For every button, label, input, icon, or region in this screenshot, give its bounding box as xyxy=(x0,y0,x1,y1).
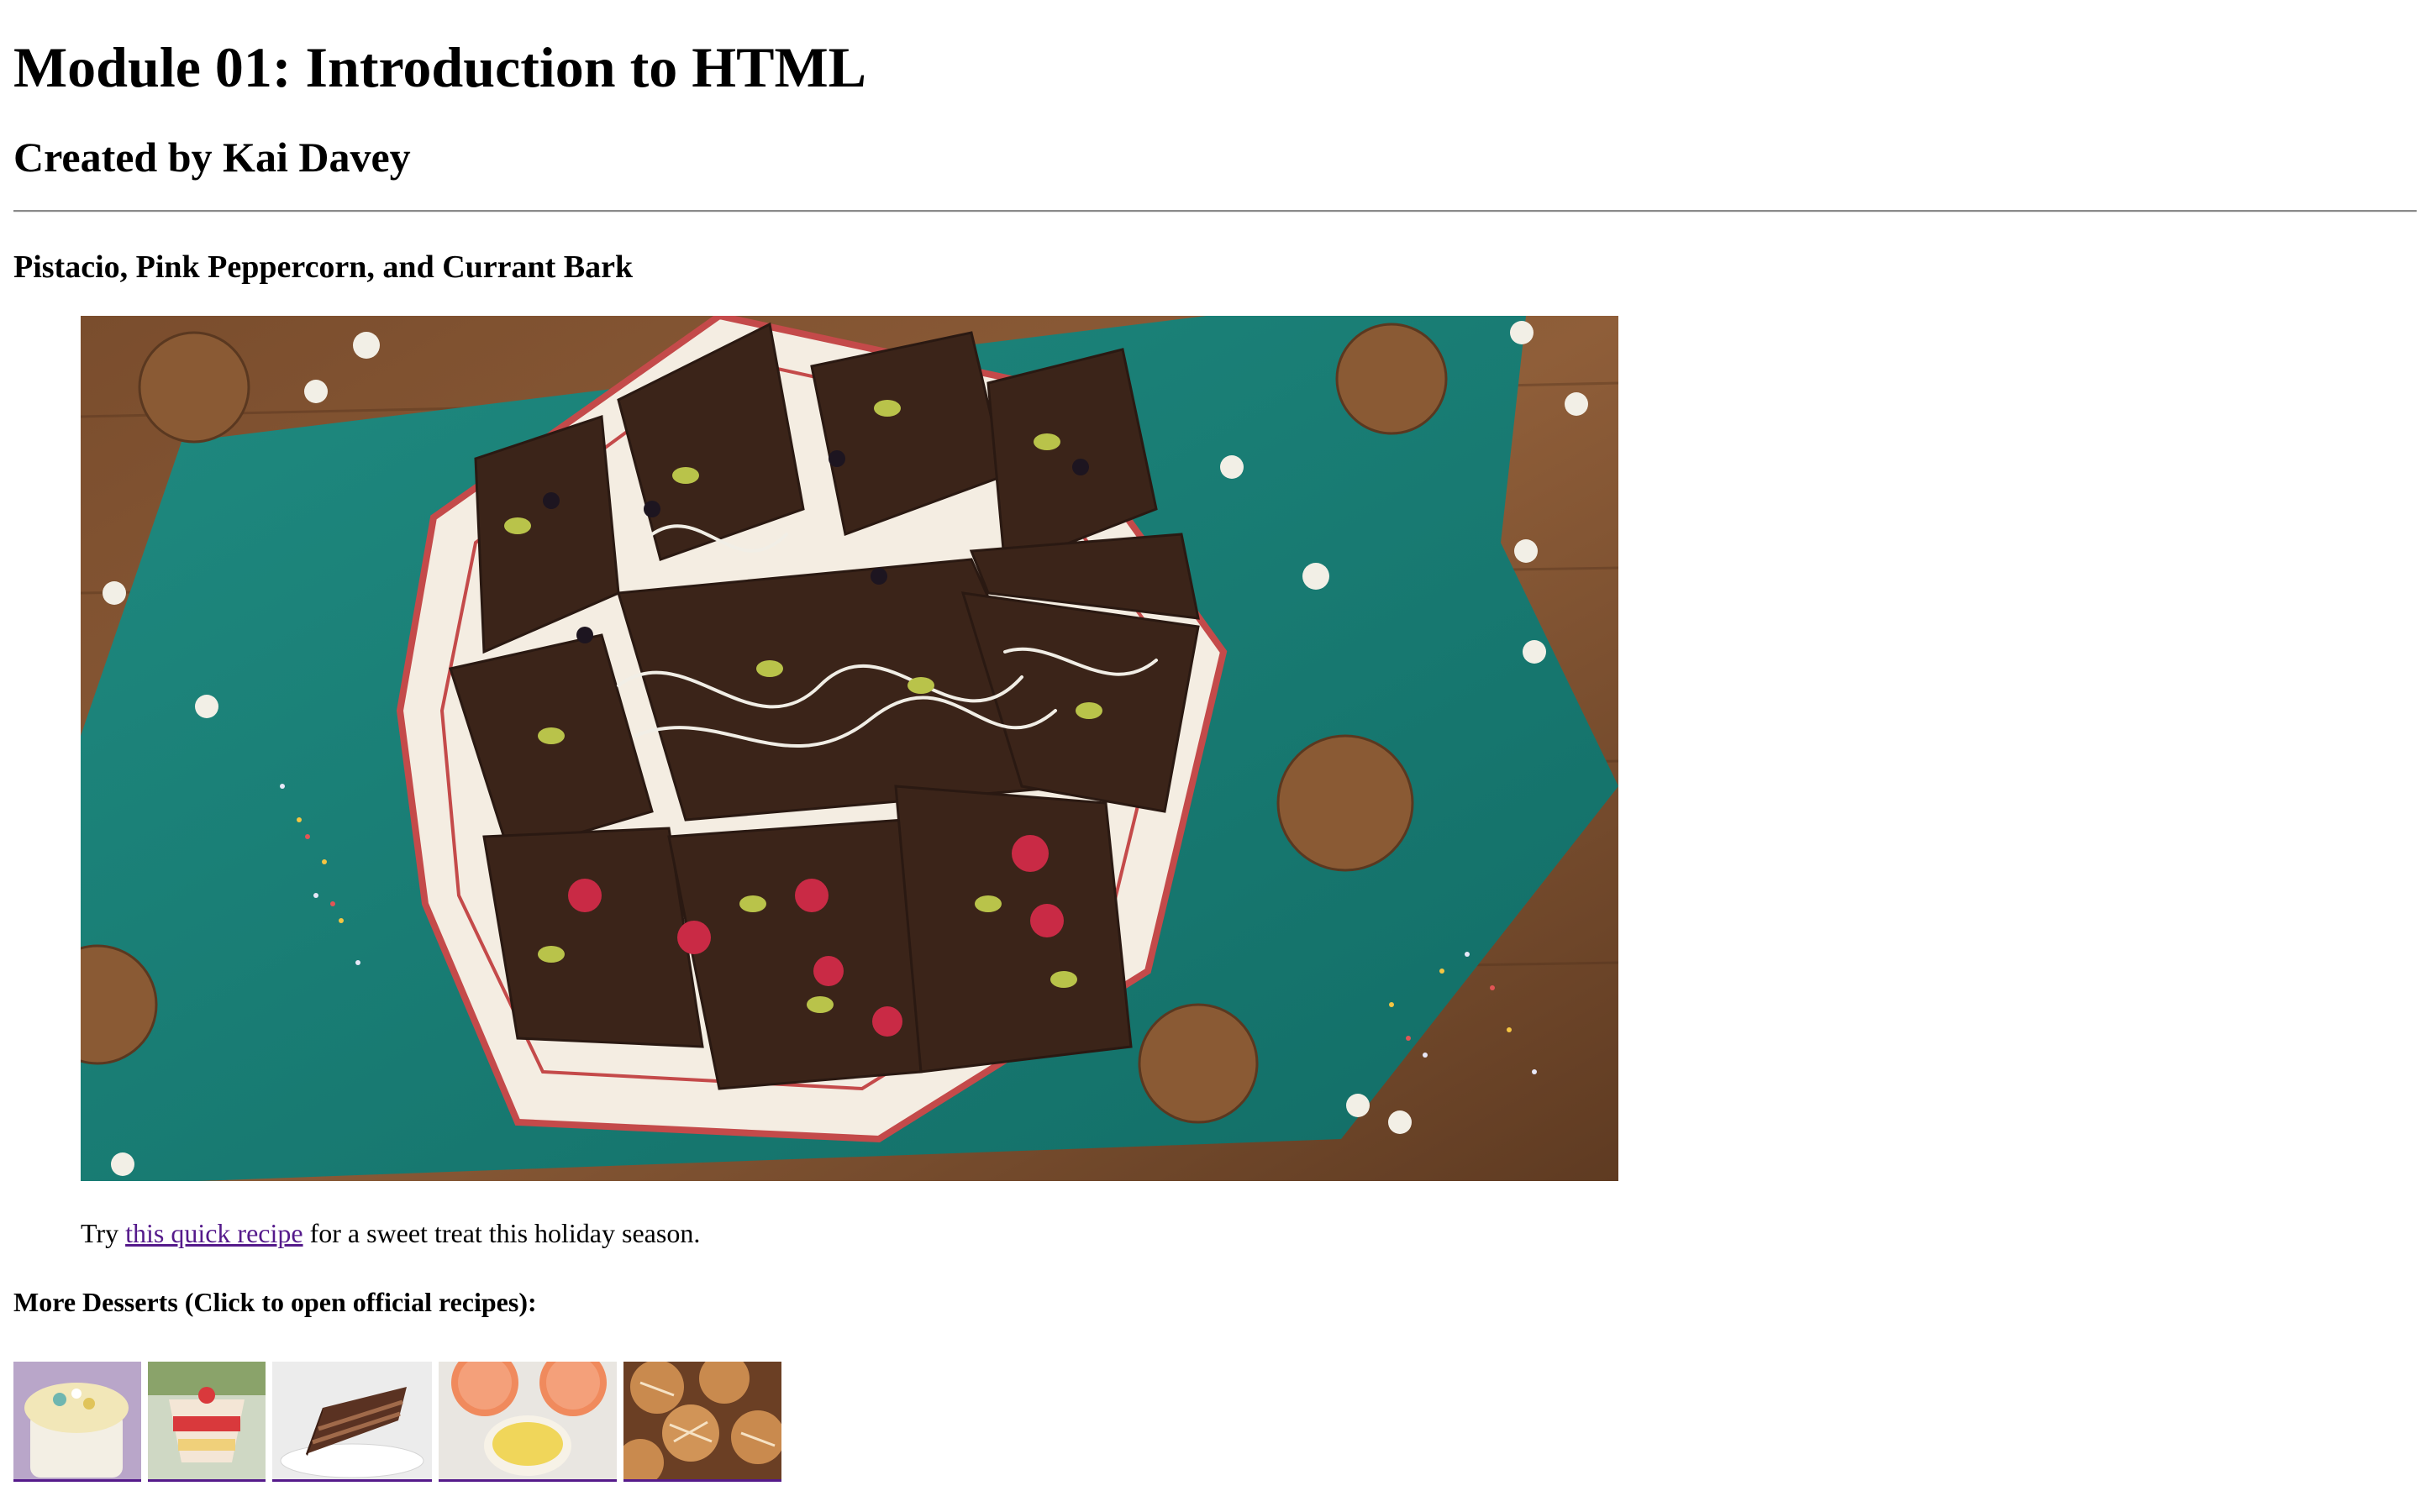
thumbnail-link-popcorn[interactable] xyxy=(13,1362,141,1482)
chocolate-cake-image xyxy=(272,1362,432,1479)
caramel-cookies-image xyxy=(623,1362,781,1479)
page: Module 01: Introduction to HTML Created … xyxy=(0,0,2420,1512)
recipe-figure: Try this quick recipe for a sweet treat … xyxy=(81,316,1618,1252)
grapefruit-custard-image xyxy=(439,1362,617,1479)
recipe-link[interactable]: this quick recipe xyxy=(125,1218,302,1248)
caption-text-before: Try xyxy=(81,1218,126,1248)
thumbnail-link-cake[interactable] xyxy=(272,1362,432,1482)
strawberry-trifle-image xyxy=(148,1362,266,1479)
divider xyxy=(13,210,2417,213)
thumbnail-link-grapefruit[interactable] xyxy=(439,1362,617,1482)
thumbnail-link-cookies[interactable] xyxy=(623,1362,781,1482)
popcorn-dessert-image xyxy=(13,1362,141,1479)
caption-text-after: for a sweet treat this holiday season. xyxy=(302,1218,701,1248)
chocolate-bark-image xyxy=(81,316,1618,1181)
author-subtitle: Created by Kai Davey xyxy=(13,134,411,181)
recipe-heading: Pistacio, Pink Peppercorn, and Currant B… xyxy=(13,249,634,285)
thumbnail-link-trifle[interactable] xyxy=(148,1362,266,1482)
recipe-caption: Try this quick recipe for a sweet treat … xyxy=(81,1215,1618,1252)
page-title: Module 01: Introduction to HTML xyxy=(13,35,867,99)
dessert-thumbnails xyxy=(13,1356,788,1482)
more-desserts-heading: More Desserts (Click to open official re… xyxy=(13,1287,537,1317)
